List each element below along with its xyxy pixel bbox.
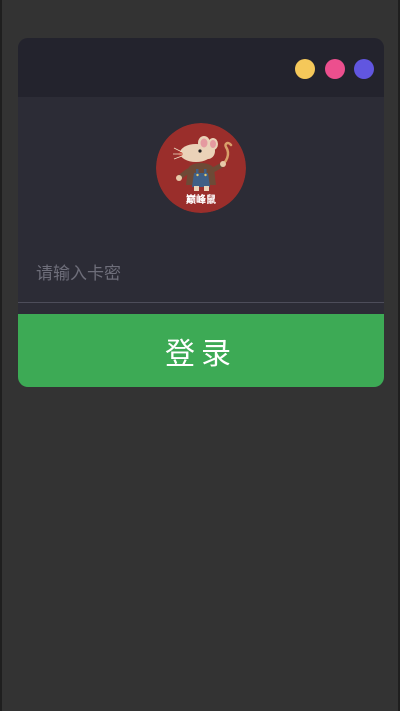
card-key-input[interactable]	[36, 258, 366, 290]
login-card: 巅峰鼠 登录	[18, 38, 384, 387]
pink-window-button[interactable]	[325, 59, 345, 79]
purple-window-button[interactable]	[354, 59, 374, 79]
logo-caption: 巅峰鼠	[186, 193, 216, 206]
logo-graphic: 巅峰鼠	[156, 123, 246, 213]
card-key-field-row	[18, 248, 384, 303]
left-edge-divider	[0, 0, 2, 711]
window-titlebar	[18, 38, 384, 97]
rat-mascot-logo-icon: 巅峰鼠	[156, 123, 246, 213]
yellow-window-button[interactable]	[295, 59, 315, 79]
login-button[interactable]: 登录	[18, 314, 384, 387]
